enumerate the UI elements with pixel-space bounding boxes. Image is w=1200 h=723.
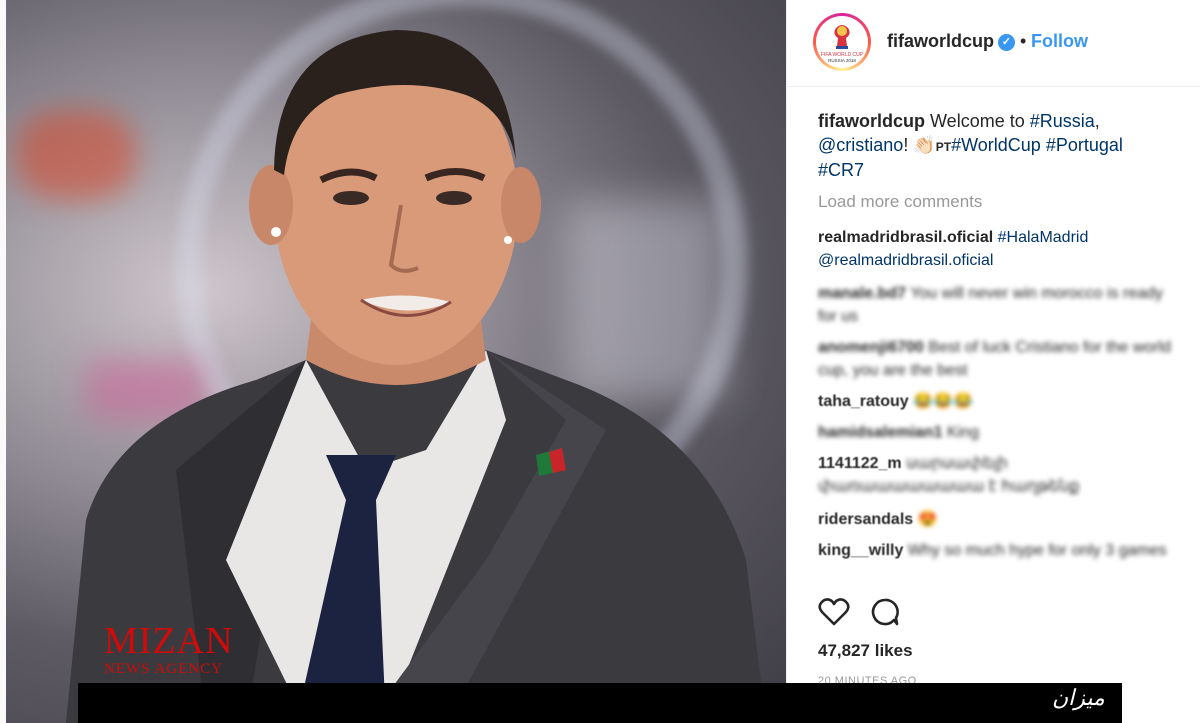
likes-count[interactable]: 47,827 likes <box>818 641 913 661</box>
post-header: FIFA WORLD CUP RUSSIA 2018 fifaworldcup … <box>787 0 1200 87</box>
comment-username[interactable]: manale.bd7 <box>818 285 906 302</box>
hashtag-cr7[interactable]: #CR7 <box>818 160 864 180</box>
comment-item: hamidsalemian1 King <box>818 421 1178 444</box>
separator-dot: • <box>1020 31 1027 51</box>
mizan-logo-fa: میزان <box>1052 686 1105 711</box>
comment-username[interactable]: king__willy <box>818 542 903 559</box>
comment-item: realmadridbrasil.oficial #HalaMadrid @re… <box>818 226 1178 272</box>
avatar[interactable]: FIFA WORLD CUP RUSSIA 2018 <box>813 13 871 71</box>
heart-icon[interactable] <box>818 597 850 627</box>
verified-badge-icon: ✓ <box>998 34 1015 51</box>
post-actions <box>818 597 1178 629</box>
watermark-title: MIZAN <box>104 620 234 662</box>
caption-text-clap: ! 👏🏻 <box>903 134 936 155</box>
comment-text: 😍 <box>917 511 938 528</box>
comment-username[interactable]: taha_ratouy <box>818 393 909 410</box>
avatar-image: FIFA WORLD CUP RUSSIA 2018 <box>816 16 868 68</box>
post-photo[interactable]: MIZAN NEWS AGENCY <box>6 0 786 723</box>
caption-username[interactable]: fifaworldcup <box>818 111 925 131</box>
comment-item: taha_ratouy 😂😂😂 <box>818 390 1178 413</box>
comment-username[interactable]: realmadridbrasil.oficial <box>818 229 993 246</box>
comment-username[interactable]: 1141122_m <box>818 455 902 472</box>
hashtag-worldcup[interactable]: #WorldCup <box>951 135 1041 155</box>
comment-text: Why so much hype for only 3 games <box>907 542 1167 559</box>
comment-icon[interactable] <box>870 597 900 627</box>
comment-item: king__willy Why so much hype for only 3 … <box>818 539 1178 562</box>
username-link[interactable]: fifaworldcup <box>887 31 994 52</box>
player-figure <box>66 30 766 723</box>
hashtag-russia[interactable]: #Russia <box>1030 111 1095 131</box>
follow-button[interactable]: Follow <box>1031 31 1088 52</box>
caption-comma: , <box>1094 111 1100 131</box>
pt-flag-text: PT <box>935 139 952 154</box>
comment-username[interactable]: ridersandals <box>818 511 913 528</box>
load-more-comments[interactable]: Load more comments <box>818 192 982 212</box>
comment-text: King <box>946 424 979 441</box>
mention-cristiano[interactable]: @cristiano <box>818 135 903 155</box>
watermark-subtitle: NEWS AGENCY <box>104 661 223 677</box>
comment-username[interactable]: anomenji6700 <box>818 339 924 356</box>
comment-text: 😂😂😂 <box>913 393 973 410</box>
caption-text: Welcome to <box>930 111 1030 131</box>
hashtag-portugal[interactable]: #Portugal <box>1046 135 1123 155</box>
post-caption: fifaworldcup Welcome to #Russia, @cristi… <box>818 110 1148 183</box>
post-sidebar: FIFA WORLD CUP RUSSIA 2018 fifaworldcup … <box>786 0 1200 723</box>
comment-item: manale.bd7 You will never win morocco is… <box>818 282 1178 328</box>
comment-username[interactable]: hamidsalemian1 <box>818 424 943 441</box>
mizan-watermark: MIZAN NEWS AGENCY <box>104 622 234 677</box>
comment-item: anomenji6700 Best of luck Cristiano for … <box>818 336 1178 382</box>
overlay-bottom-bar <box>78 683 1122 723</box>
comment-item: 1141122_m սարսափելի փառաաաաաաաա է հաղթեն… <box>818 452 1178 498</box>
comment-item: ridersandals 😍 <box>818 508 1178 531</box>
svg-text:RUSSIA 2018: RUSSIA 2018 <box>828 58 856 63</box>
world-cup-logo-icon: FIFA WORLD CUP RUSSIA 2018 <box>821 25 864 63</box>
